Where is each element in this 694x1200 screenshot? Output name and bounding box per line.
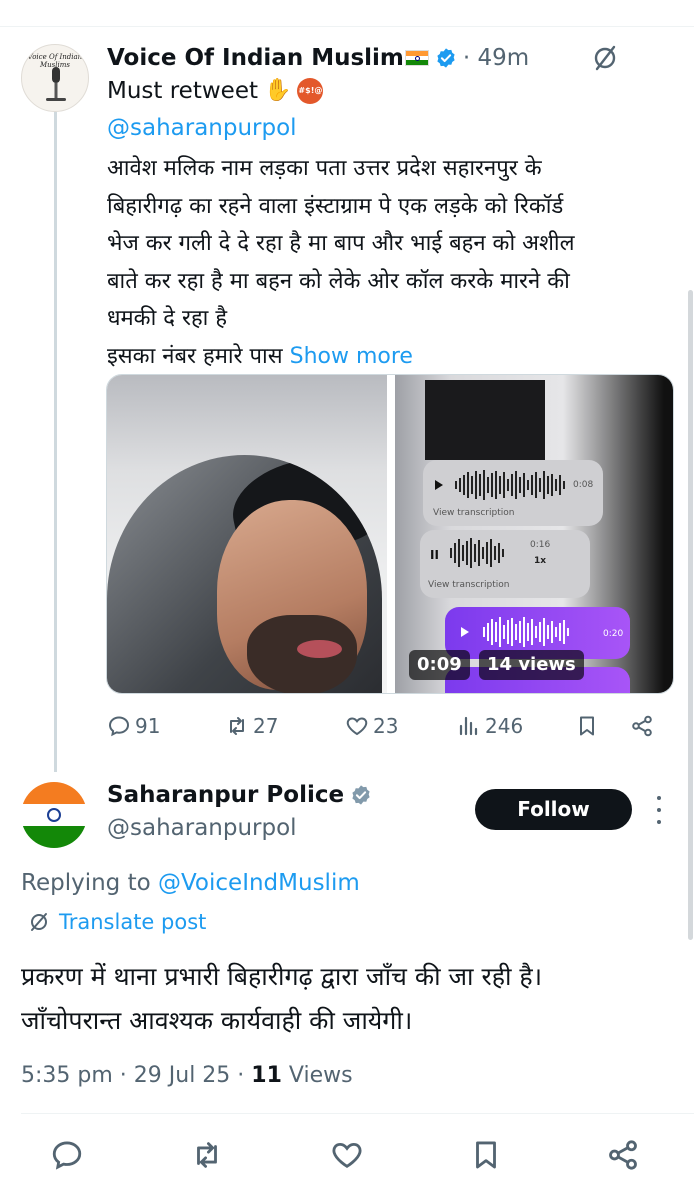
bookmark-button[interactable]	[575, 714, 599, 738]
repost-count: 27	[253, 714, 279, 738]
heart-icon	[346, 717, 368, 736]
like-count: 23	[373, 714, 399, 738]
body-line: भेज कर गली दे दे रहा है मा बाप और भाई बह…	[107, 231, 575, 256]
tweet-intro-text: Must retweet	[107, 78, 258, 104]
video-duration-badge: 0:09	[409, 650, 470, 680]
view-transcription-link: View transcription	[428, 580, 510, 590]
reply-line: जाँचोपरान्त आवश्यक कार्यवाही की जायेगी।	[21, 1006, 413, 1035]
reply-body: प्रकरण में थाना प्रभारी बिहारीगढ़ द्वारा…	[21, 955, 681, 1043]
bar-chart-icon	[459, 716, 478, 736]
views-label: Views	[288, 1063, 353, 1088]
top-divider	[0, 26, 694, 27]
playback-speed: 1x	[534, 556, 547, 566]
bookmark-icon[interactable]	[469, 1138, 503, 1172]
reply-button[interactable]: 91	[107, 714, 160, 738]
view-count: 246	[485, 714, 524, 738]
mention-link[interactable]: @saharanpurpol	[107, 115, 297, 141]
heart-icon[interactable]	[330, 1138, 364, 1172]
reply-count: 91	[135, 714, 161, 738]
body-last-line: इसका नंबर हमारे पास Show more	[107, 338, 667, 376]
avatar-voice-of-indian-muslim[interactable]: Voice Of Indian Muslims	[21, 44, 89, 112]
play-icon	[435, 480, 443, 490]
pause-icon: II	[430, 548, 439, 562]
reply-icon	[108, 716, 130, 737]
play-icon	[461, 627, 469, 637]
views-button[interactable]: 246	[457, 714, 523, 738]
media-grid: 0:08 View transcription II 0:16 1x View …	[106, 374, 674, 694]
reply-author-name[interactable]: Saharanpur Police	[107, 782, 344, 808]
voice-duration: 0:16	[530, 540, 551, 550]
tweet-first-line: Must retweet ✋ #$!@	[107, 78, 324, 104]
voice-duration: 0:08	[573, 480, 594, 490]
divider	[21, 1113, 694, 1114]
profile-photo-circle	[107, 455, 382, 693]
voice-message-bubble: II 0:16 1x View transcription	[420, 530, 590, 598]
body-line: बाते कर रहा है मा बहन को लेके ओर कॉल करक…	[107, 268, 570, 294]
verified-badge-icon	[437, 48, 455, 68]
reply-author-handle[interactable]: @saharanpurpol	[107, 815, 297, 841]
india-flag-icon	[404, 50, 429, 66]
repost-button[interactable]: 27	[225, 714, 278, 738]
waveform	[450, 538, 504, 568]
translate-post-button[interactable]: Translate post	[27, 910, 206, 934]
translate-icon	[31, 913, 47, 931]
more-options-icon[interactable]	[652, 796, 666, 824]
avatar-saharanpur-police[interactable]	[21, 782, 87, 848]
repost-icon[interactable]	[190, 1138, 224, 1172]
waveform	[455, 470, 565, 500]
verified-badge-gray-icon	[352, 785, 370, 805]
follow-button[interactable]: Follow	[475, 789, 632, 830]
photo-thumbnail[interactable]	[107, 375, 387, 693]
view-transcription-link: View transcription	[433, 508, 515, 518]
video-views-badge: 14 views	[479, 650, 584, 680]
microphone-icon	[46, 67, 66, 101]
reply-icon[interactable]	[50, 1138, 84, 1172]
bookmark-icon	[580, 716, 594, 736]
share-icon	[632, 715, 652, 737]
scrollbar[interactable]	[688, 290, 693, 940]
post-meta: 5:35 pm · 29 Jul 25 · 11 Views	[21, 1063, 353, 1088]
share-icon[interactable]	[606, 1138, 640, 1172]
reply-line: प्रकरण में थाना प्रभारी बिहारीगढ़ द्वारा…	[21, 962, 543, 991]
reply-author-row: Saharanpur Police	[107, 782, 372, 808]
views-count: 11	[251, 1063, 282, 1088]
body-line: धमकी दे रहा है	[107, 306, 228, 331]
replying-to-link[interactable]: @VoiceIndMuslim	[158, 870, 360, 896]
waveform	[483, 617, 569, 647]
post-datetime[interactable]: 5:35 pm · 29 Jul 25 ·	[21, 1063, 244, 1088]
thread-connector-line	[54, 112, 57, 772]
grok-icon[interactable]	[591, 44, 619, 72]
repost-icon	[230, 717, 244, 735]
show-more-link[interactable]: Show more	[290, 344, 413, 369]
like-button[interactable]: 23	[345, 714, 398, 738]
body-line: आवेश मलिक नाम लड़का पता उत्तर प्रदेश सहा…	[107, 156, 542, 181]
translate-label: Translate post	[59, 910, 207, 934]
post-timestamp[interactable]: · 49m	[463, 45, 529, 71]
author-name[interactable]: Voice Of Indian Muslim	[107, 45, 404, 71]
tweet-body: आवेश मलिक नाम लड़का पता उत्तर प्रदेश सहा…	[107, 150, 667, 375]
voice-duration: 0:20	[603, 629, 624, 639]
share-button[interactable]	[630, 714, 654, 738]
author-row: Voice Of Indian Muslim · 49m	[107, 40, 529, 76]
body-line: बिहारीगढ़ का रहने वाला इंस्टाग्राम पे एक…	[107, 193, 564, 219]
chakra-icon	[47, 807, 61, 822]
replying-to-line: Replying to @VoiceIndMuslim	[21, 870, 360, 896]
body-line-text: इसका नंबर हमारे पास	[107, 343, 283, 369]
video-thumbnail[interactable]: 0:08 View transcription II 0:16 1x View …	[395, 375, 673, 693]
replying-prefix: Replying to	[21, 870, 151, 896]
voice-message-bubble: 0:08 View transcription	[423, 460, 603, 526]
video-dark-panel	[425, 380, 545, 460]
cursing-face-emoji-icon: #$!@	[297, 78, 324, 104]
raised-hand-emoji-icon: ✋	[263, 78, 292, 103]
